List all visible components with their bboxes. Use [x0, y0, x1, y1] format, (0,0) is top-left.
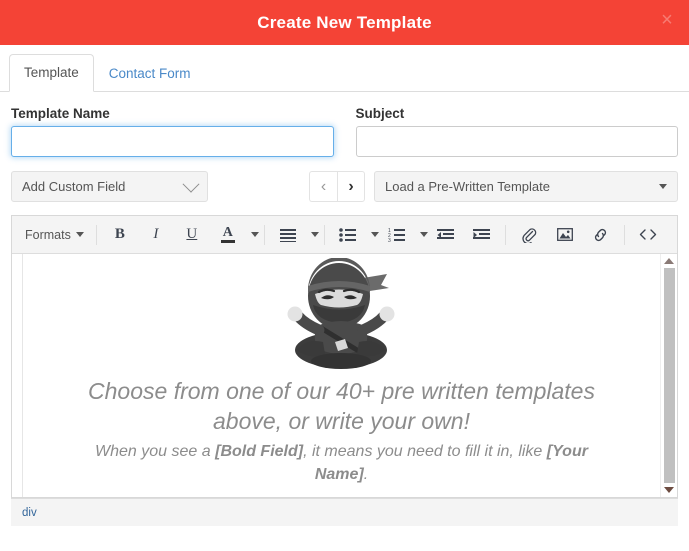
- add-custom-field-label: Add Custom Field: [22, 179, 126, 194]
- controls-row: Add Custom Field ‹ › Load a Pre-Written …: [11, 171, 678, 202]
- indent-button[interactable]: [464, 222, 500, 248]
- toolbar-separator: [504, 224, 506, 245]
- underline-icon: U: [186, 226, 198, 242]
- load-prewritten-template-select[interactable]: Load a Pre-Written Template: [374, 171, 678, 202]
- editor-placeholder-headline: Choose from one of our 40+ pre written t…: [88, 378, 595, 434]
- editor-status-bar: div: [11, 498, 678, 526]
- ninja-mascot-icon: [287, 258, 394, 369]
- editor-toolbar: Formats B I U A 1 2 3: [12, 216, 677, 254]
- modal-body: Template Name Subject Add Custom Field ‹…: [0, 92, 689, 551]
- align-button[interactable]: [270, 222, 306, 248]
- tab-template[interactable]: Template: [9, 54, 94, 92]
- element-path[interactable]: div: [22, 507, 37, 519]
- image-icon: [556, 228, 573, 241]
- underline-button[interactable]: U: [174, 222, 210, 248]
- source-code-button[interactable]: [630, 222, 666, 248]
- close-icon[interactable]: ×: [655, 9, 679, 33]
- attachment-button[interactable]: [511, 222, 547, 248]
- scroll-up-icon[interactable]: [664, 258, 674, 264]
- numbered-list-icon: 1 2 3: [388, 228, 406, 242]
- numbered-list-group: 1 2 3: [379, 222, 428, 248]
- numbered-list-button[interactable]: 1 2 3: [379, 222, 415, 248]
- subject-input[interactable]: [355, 126, 678, 157]
- editor-area: Choose from one of our 40+ pre written t…: [12, 254, 677, 497]
- text-color-button[interactable]: A: [210, 222, 246, 248]
- align-group: [270, 222, 319, 248]
- prev-template-button[interactable]: ‹: [309, 171, 337, 202]
- toolbar-separator: [623, 224, 625, 245]
- chevron-down-icon: [182, 175, 200, 193]
- image-button[interactable]: [547, 222, 583, 248]
- caret-down-icon[interactable]: [310, 232, 319, 237]
- subject-label: Subject: [355, 106, 405, 121]
- caret-down-icon: [75, 232, 84, 237]
- indent-icon: [473, 228, 491, 239]
- source-code-icon: [639, 229, 657, 240]
- caret-down-icon[interactable]: [370, 232, 379, 237]
- subtext-middle: , it means you need to fill it in, like: [303, 443, 547, 460]
- template-name-label: Template Name: [11, 106, 110, 121]
- subtext-suffix: .: [363, 466, 369, 483]
- toolbar-separator: [95, 224, 97, 245]
- template-name-group: Template Name: [11, 106, 334, 157]
- caret-down-icon[interactable]: [419, 232, 428, 237]
- formats-label: Formats: [25, 227, 71, 242]
- tab-bar: Template Contact Form: [0, 45, 689, 92]
- toolbar-separator: [323, 224, 325, 245]
- load-prewritten-template-label: Load a Pre-Written Template: [385, 179, 550, 194]
- italic-icon: I: [153, 226, 159, 242]
- bullet-list-group: [330, 222, 379, 248]
- text-color-letter: A: [222, 225, 233, 240]
- editor-content[interactable]: Choose from one of our 40+ pre written t…: [22, 254, 660, 497]
- tab-contact-form[interactable]: Contact Form: [94, 55, 206, 92]
- svg-text:3: 3: [388, 238, 391, 242]
- scrollbar-thumb[interactable]: [663, 268, 675, 483]
- bold-icon: B: [114, 226, 125, 242]
- add-custom-field-select[interactable]: Add Custom Field: [11, 171, 208, 202]
- italic-button[interactable]: I: [138, 222, 174, 248]
- formats-dropdown-button[interactable]: Formats: [18, 222, 91, 248]
- rich-text-editor: Formats B I U A 1 2 3 Choose from one of…: [11, 215, 678, 498]
- toolbar-separator: [263, 224, 265, 245]
- subtext-prefix: When you see a: [95, 443, 216, 460]
- create-template-modal: Create New Template × Template Contact F…: [0, 0, 689, 551]
- template-nav-group: ‹ ›: [309, 171, 365, 202]
- bold-button[interactable]: B: [102, 222, 138, 248]
- align-left-icon: [279, 228, 296, 242]
- text-color-icon: A: [220, 225, 235, 243]
- text-color-bar: [220, 240, 235, 243]
- caret-down-icon: [659, 184, 667, 189]
- subject-group: Subject: [355, 106, 678, 157]
- form-fields-row: Template Name Subject: [11, 106, 678, 157]
- editor-placeholder: Choose from one of our 40+ pre written t…: [23, 254, 660, 486]
- subtext-bold-field: [Bold Field]: [215, 443, 304, 460]
- caret-down-icon[interactable]: [250, 232, 259, 237]
- bullet-list-button[interactable]: [330, 222, 366, 248]
- outdent-button[interactable]: [428, 222, 464, 248]
- next-template-button[interactable]: ›: [337, 171, 365, 202]
- scroll-down-icon[interactable]: [664, 487, 674, 493]
- page-title: Create New Template: [257, 12, 432, 32]
- link-button[interactable]: [583, 222, 619, 248]
- outdent-icon: [437, 228, 455, 239]
- template-name-input[interactable]: [11, 126, 334, 157]
- modal-header: Create New Template ×: [0, 0, 689, 45]
- bullet-list-icon: [339, 227, 357, 242]
- attachment-icon: [522, 227, 537, 243]
- text-color-group: A: [210, 222, 259, 248]
- editor-placeholder-subtext: When you see a [Bold Field], it means yo…: [23, 436, 660, 486]
- editor-scrollbar[interactable]: [660, 254, 677, 497]
- link-icon: [595, 228, 607, 241]
